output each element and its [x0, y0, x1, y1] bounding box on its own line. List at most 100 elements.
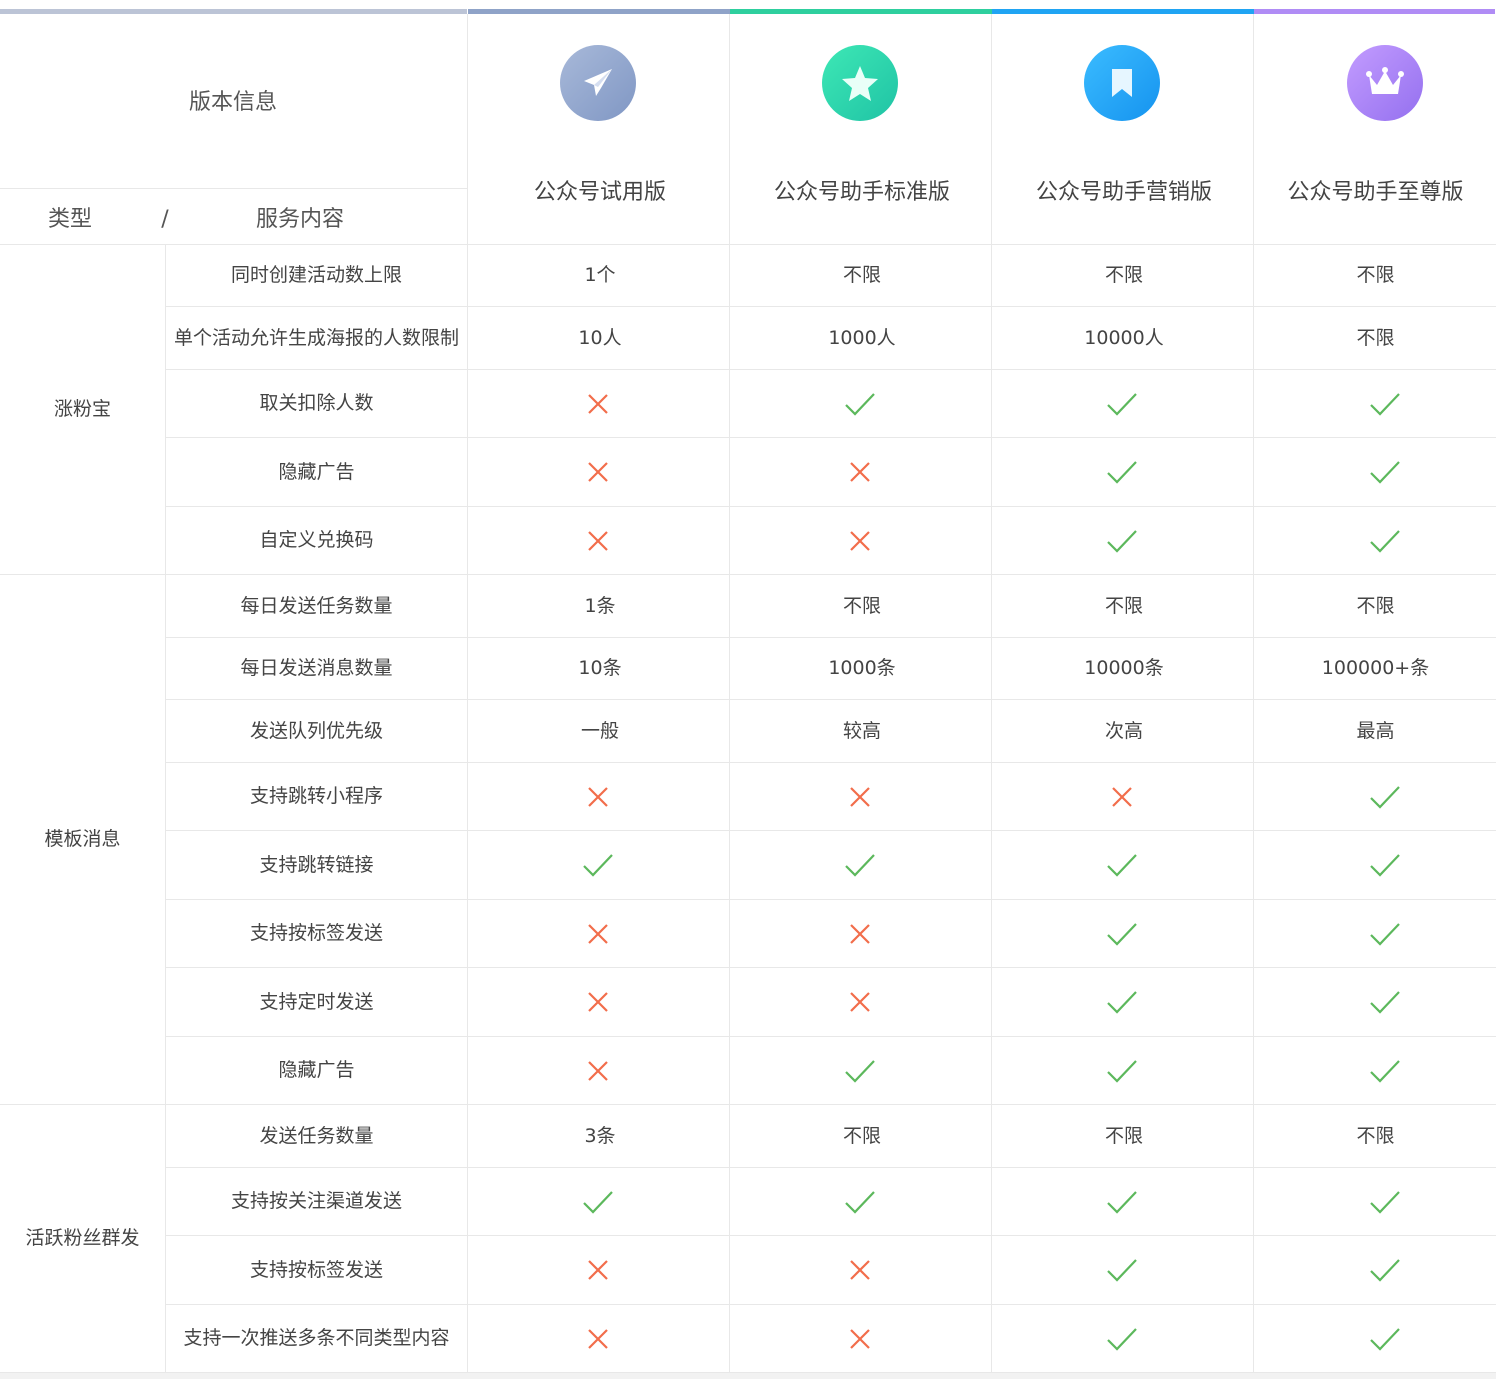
category-label: 活跃粉丝群发 — [25, 1227, 140, 1249]
plan-value: 不限 — [842, 1125, 881, 1147]
plan-value: 1个 — [584, 264, 616, 286]
cross-icon — [840, 914, 880, 954]
cross-icon — [578, 521, 618, 561]
bottom-strip — [0, 1373, 1496, 1379]
crown-icon — [1347, 45, 1423, 121]
check-icon — [1365, 914, 1405, 954]
plan-value: 不限 — [842, 264, 881, 286]
check-icon — [1365, 777, 1405, 817]
plan-accent-bar — [468, 9, 730, 14]
plan-name: 公众号助手营销版 — [1035, 180, 1212, 205]
feature-label: 支持一次推送多条不同类型内容 — [183, 1327, 450, 1349]
check-icon — [1365, 452, 1405, 492]
feature-label: 支持按标签发送 — [249, 1259, 383, 1281]
plan-value: 一般 — [580, 720, 619, 742]
check-icon — [578, 1182, 618, 1222]
plan-name: 公众号助手至尊版 — [1287, 180, 1464, 205]
check-icon — [1102, 914, 1142, 954]
plan-value: 1000人 — [828, 327, 896, 349]
feature-label: 支持定时发送 — [259, 991, 374, 1013]
check-icon — [1365, 521, 1405, 561]
plan-value: 1000条 — [828, 657, 896, 679]
feature-label: 支持跳转链接 — [259, 854, 374, 876]
check-icon — [840, 845, 880, 885]
feature-label: 隐藏广告 — [278, 1059, 355, 1081]
plan-value: 不限 — [1356, 327, 1395, 349]
cross-icon — [578, 1319, 618, 1359]
plan-name: 公众号试用版 — [533, 180, 666, 205]
plan-value: 不限 — [1104, 1125, 1143, 1147]
feature-label: 发送队列优先级 — [249, 720, 383, 742]
check-icon — [1365, 982, 1405, 1022]
top-accent-bar — [0, 9, 467, 14]
check-icon — [1102, 1051, 1142, 1091]
cross-icon — [1102, 777, 1142, 817]
check-icon — [578, 845, 618, 885]
cross-icon — [840, 452, 880, 492]
feature-label: 同时创建活动数上限 — [230, 264, 402, 286]
category-label: 涨粉宝 — [53, 398, 111, 420]
plan-value: 不限 — [1104, 595, 1143, 617]
plan-value: 次高 — [1104, 720, 1143, 742]
check-icon — [1102, 1182, 1142, 1222]
header-divider — [0, 188, 467, 189]
cross-icon — [578, 452, 618, 492]
plan-accent-bar — [1254, 9, 1495, 14]
cross-icon — [840, 1250, 880, 1290]
feature-label: 单个活动允许生成海报的人数限制 — [173, 327, 459, 349]
check-icon — [1365, 1250, 1405, 1290]
feature-label: 每日发送消息数量 — [240, 657, 393, 679]
plan-name: 公众号助手标准版 — [773, 180, 950, 205]
plan-value: 不限 — [1356, 1125, 1395, 1147]
feature-label: 取关扣除人数 — [259, 392, 374, 414]
check-icon — [1102, 384, 1142, 424]
plan-value: 10条 — [578, 657, 622, 679]
paper-plane-icon — [560, 45, 636, 121]
plan-value: 1条 — [584, 595, 616, 617]
cross-icon — [840, 777, 880, 817]
check-icon — [1102, 982, 1142, 1022]
check-icon — [1365, 845, 1405, 885]
bookmark-icon — [1084, 45, 1160, 121]
check-icon — [1365, 384, 1405, 424]
check-icon — [840, 1051, 880, 1091]
feature-label: 隐藏广告 — [278, 461, 355, 483]
feature-label: 发送任务数量 — [259, 1125, 374, 1147]
check-icon — [1102, 1319, 1142, 1359]
plan-value: 不限 — [1356, 595, 1395, 617]
cross-icon — [578, 384, 618, 424]
version-info-label: 版本信息 — [188, 90, 277, 115]
plan-value: 10000人 — [1084, 327, 1164, 349]
plan-value: 10000条 — [1084, 657, 1164, 679]
cross-icon — [578, 1250, 618, 1290]
feature-label: 每日发送任务数量 — [240, 595, 393, 617]
type-label: 类型 — [47, 207, 92, 232]
plan-accent-bar — [992, 9, 1254, 14]
star-icon — [822, 45, 898, 121]
plan-value: 较高 — [842, 720, 881, 742]
plan-value: 10人 — [578, 327, 622, 349]
check-icon — [840, 1182, 880, 1222]
cross-icon — [840, 1319, 880, 1359]
check-icon — [1365, 1051, 1405, 1091]
cross-icon — [578, 1051, 618, 1091]
column-divider — [467, 14, 468, 1372]
check-icon — [1365, 1319, 1405, 1359]
plan-value: 不限 — [1356, 264, 1395, 286]
cross-icon — [840, 982, 880, 1022]
plan-accent-bar — [730, 9, 992, 14]
check-icon — [1102, 452, 1142, 492]
cross-icon — [578, 982, 618, 1022]
check-icon — [840, 384, 880, 424]
service-content-label: 服务内容 — [255, 207, 344, 232]
cross-icon — [578, 914, 618, 954]
category-label: 模板消息 — [44, 828, 121, 850]
plan-value: 不限 — [842, 595, 881, 617]
check-icon — [1365, 1182, 1405, 1222]
plan-value: 100000+条 — [1321, 657, 1430, 679]
check-icon — [1102, 521, 1142, 561]
feature-label: 自定义兑换码 — [259, 529, 374, 551]
feature-label: 支持按关注渠道发送 — [230, 1190, 402, 1212]
plan-value: 不限 — [1104, 264, 1143, 286]
check-icon — [1102, 845, 1142, 885]
